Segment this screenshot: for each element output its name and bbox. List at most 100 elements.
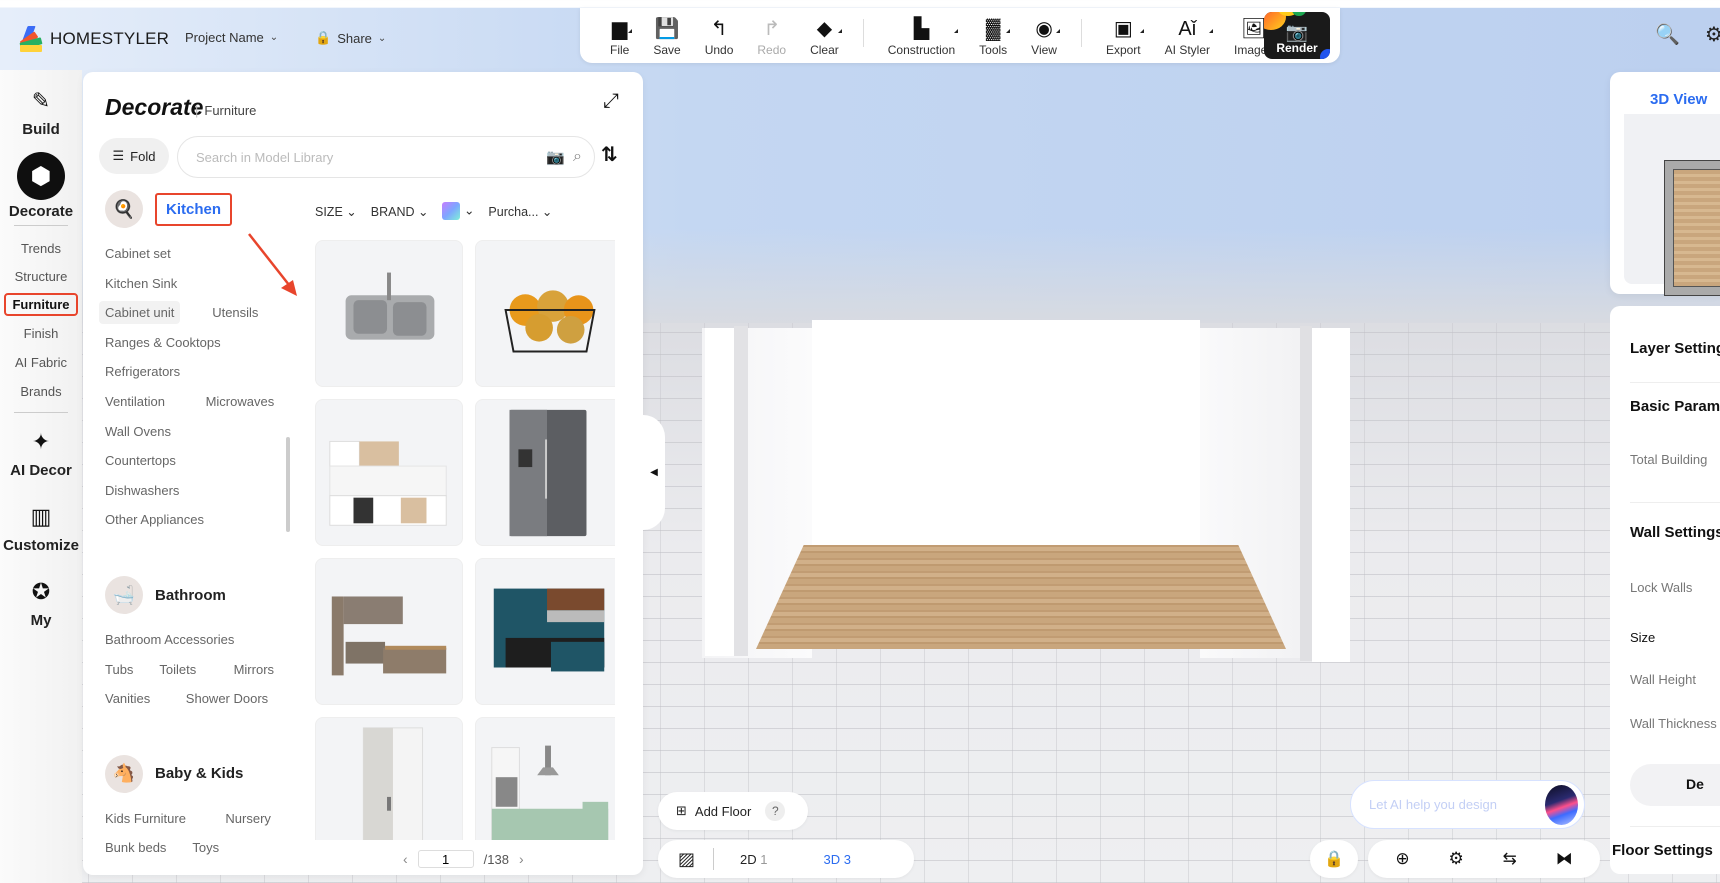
toolbar-redo-button[interactable]: ↱ Redo — [757, 9, 786, 57]
sort-icon[interactable]: ⇅ — [601, 142, 618, 167]
add-camera-icon[interactable]: ⊕ — [1395, 849, 1409, 869]
switch-camera-icon[interactable]: ⇆ — [1503, 849, 1517, 869]
nav-build[interactable]: ✎ Build — [0, 84, 82, 138]
nav-ai-decor[interactable]: ✦ AI Decor — [0, 425, 82, 479]
ai-prompt-input[interactable] — [1369, 797, 1545, 812]
product-card[interactable] — [315, 717, 463, 840]
subcategory-link[interactable]: Vanities — [105, 691, 150, 706]
category-baby-kids[interactable]: 🐴 Baby & Kids — [105, 754, 243, 793]
category-bathroom[interactable]: 🛁 Bathroom — [105, 576, 226, 614]
nav-decorate[interactable]: ⬢ Decorate — [0, 152, 82, 220]
toolbar-save-button[interactable]: 💾 Save — [653, 9, 680, 57]
subcategory-link[interactable]: Bunk beds — [105, 840, 166, 855]
product-card[interactable] — [475, 240, 615, 387]
subcategory-link[interactable]: Mirrors — [234, 662, 274, 677]
toolbar-clear-button[interactable]: ◆ Clear — [810, 9, 842, 57]
subcategory-link[interactable]: Kids Furniture — [105, 811, 186, 826]
toolbar-export-button[interactable]: ▣ Export — [1106, 9, 1144, 57]
model-search-input[interactable] — [196, 149, 547, 165]
project-name-menu[interactable]: Project Name ⌄ — [185, 30, 278, 45]
subcategory-link[interactable]: Dishwashers — [105, 483, 179, 498]
total-building-label: Total Building — [1630, 452, 1708, 467]
toolbar-view-button[interactable]: ◉ View — [1031, 9, 1060, 57]
product-card[interactable] — [475, 399, 615, 546]
subcategory-link[interactable]: Bathroom Accessories — [105, 632, 234, 647]
toolbar-file-button[interactable]: ▆ File — [610, 9, 633, 57]
subcategory-link[interactable]: Utensils — [212, 305, 258, 320]
room-back-wall[interactable] — [812, 320, 1200, 546]
nav-sub-structure[interactable]: Structure — [0, 269, 82, 284]
model-search-icon[interactable]: 🔍 — [1655, 22, 1680, 47]
subcategory-link[interactable]: Toilets — [159, 662, 196, 677]
subcategory-link[interactable]: Cabinet set — [105, 246, 171, 261]
camera-search-icon[interactable]: 📷 — [546, 148, 565, 166]
room-right-wall-cap — [1312, 328, 1350, 662]
ai-orb-icon[interactable] — [1545, 784, 1578, 825]
nav-customize[interactable]: ▥ Customize — [0, 500, 82, 554]
next-page-icon[interactable]: › — [519, 851, 524, 867]
product-card[interactable] — [475, 558, 615, 705]
search-icon[interactable]: ⌕ — [573, 148, 582, 166]
share-menu[interactable]: 🔒 Share ⌄ — [315, 30, 386, 46]
product-card[interactable] — [315, 399, 463, 546]
toolbar-construction-button[interactable]: ▙ Construction — [888, 9, 959, 57]
subcategory-link[interactable]: Nursery — [225, 811, 271, 826]
category-kitchen[interactable]: 🍳 Kitchen — [105, 190, 233, 228]
subcategory-link[interactable]: Shower Doors — [186, 691, 268, 706]
subcategory-link[interactable]: Tubs — [105, 662, 133, 677]
subcategory-link[interactable]: Countertops — [105, 453, 176, 468]
subcategory-link[interactable]: Microwaves — [206, 394, 275, 409]
room-wood-floor[interactable] — [756, 545, 1286, 649]
fit-view-icon[interactable]: ⧓ — [1556, 849, 1573, 869]
3d-view-button[interactable]: 3D 3 — [824, 852, 851, 867]
render-button[interactable]: 📷 Render — [1264, 12, 1330, 59]
page-number-input[interactable] — [417, 850, 474, 868]
category-scrollbar[interactable] — [286, 437, 290, 532]
brand-filter-label: BRAND — [370, 204, 415, 219]
2d-view-button[interactable]: 2D 1 — [740, 852, 767, 867]
purchase-filter[interactable]: Purcha... ⌄ — [488, 204, 552, 219]
product-card[interactable] — [315, 558, 463, 705]
nav-sub-furniture[interactable]: Furniture — [4, 293, 78, 316]
subcategory-link[interactable]: Ranges & Cooktops — [105, 335, 221, 350]
menu-indicator-icon — [1139, 29, 1144, 33]
homestyler-logo[interactable]: HOMESTYLER — [18, 26, 169, 52]
3d-view-tab[interactable]: 3D View — [1624, 84, 1720, 114]
nav-sub-finish[interactable]: Finish — [0, 326, 82, 341]
toolbar-ai-styler-button[interactable]: Aǐ AI Styler — [1165, 9, 1213, 57]
prev-page-icon[interactable]: ‹ — [403, 851, 408, 867]
toolbar-divider — [862, 19, 864, 47]
help-icon[interactable]: ? — [765, 801, 786, 821]
collapse-panel-handle[interactable]: ◀ — [643, 415, 665, 530]
nav-sub-trends[interactable]: Trends — [0, 241, 82, 256]
minimap-floorplan — [1664, 160, 1720, 296]
settings-action-button[interactable]: De — [1630, 764, 1720, 806]
toolbar-undo-button[interactable]: ↰ Undo — [705, 9, 734, 57]
camera-settings-icon[interactable]: ⚙ — [1448, 849, 1463, 869]
nav-sub-ai-fabric[interactable]: AI Fabric — [0, 355, 82, 370]
subcategory-link[interactable]: Kitchen Sink — [105, 276, 177, 291]
nav-sub-brands[interactable]: Brands — [0, 384, 82, 399]
share-label: Share — [337, 30, 372, 46]
subcategory-link[interactable]: Toys — [192, 840, 219, 855]
product-card[interactable] — [315, 240, 463, 387]
expand-icon[interactable]: ⤢ — [603, 90, 619, 113]
brand-filter[interactable]: BRAND ⌄ — [371, 204, 429, 219]
minimap[interactable] — [1624, 114, 1720, 296]
size-filter[interactable]: SIZE ⌄ — [315, 204, 357, 219]
subcategory-link[interactable]: Wall Ovens — [105, 424, 171, 439]
subcategory-link[interactable]: Ventilation — [105, 394, 165, 409]
lock-button[interactable]: 🔒 — [1310, 840, 1358, 878]
subcategory-link[interactable]: Cabinet unit — [99, 301, 181, 325]
room-right-wall-edge — [1300, 326, 1312, 661]
subcategory-link[interactable]: Other Appliances — [105, 512, 204, 527]
subcategory-link[interactable]: Refrigerators — [105, 364, 180, 379]
settings-gear-icon[interactable]: ⚙ — [1705, 22, 1720, 47]
color-filter[interactable]: ⌄ — [442, 202, 474, 220]
add-floor-button[interactable]: ⊞ Add Floor ? — [658, 792, 808, 830]
product-card[interactable] — [475, 717, 615, 840]
fold-button[interactable]: ☰ Fold — [99, 138, 169, 174]
toolbar-tools-button[interactable]: ▓ Tools — [979, 9, 1011, 57]
nav-my[interactable]: ✪ My — [0, 575, 82, 629]
layer-hatch-icon[interactable]: ▨ — [678, 849, 695, 870]
